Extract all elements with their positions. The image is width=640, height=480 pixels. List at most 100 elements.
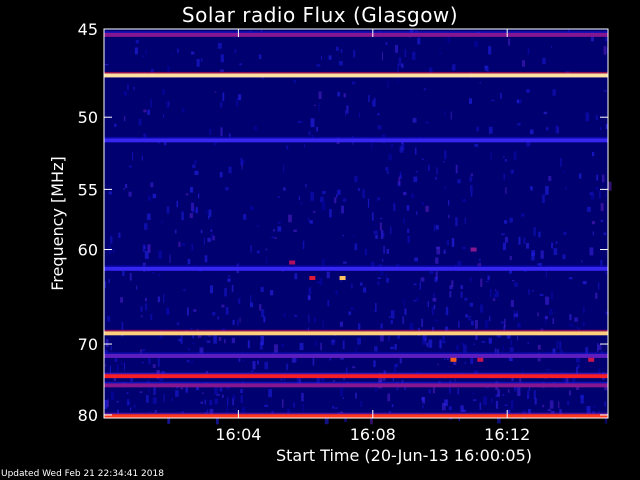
frequency-band-halo	[104, 71, 608, 74]
texture-streak	[293, 79, 297, 84]
texture-streak	[527, 48, 530, 55]
texture-streak	[231, 284, 234, 292]
texture-streak	[504, 404, 508, 406]
texture-streak	[376, 113, 380, 116]
texture-streak	[545, 270, 547, 278]
texture-streak	[261, 309, 265, 318]
texture-streak	[250, 370, 254, 372]
texture-streak	[212, 235, 215, 241]
texture-streak	[555, 125, 558, 134]
texture-streak	[469, 176, 473, 182]
texture-streak	[422, 335, 427, 345]
y-axis-label: Frequency [MHz]	[48, 156, 67, 290]
texture-streak	[393, 203, 396, 212]
texture-streak	[474, 143, 479, 147]
texture-streak	[165, 307, 169, 316]
frequency-band	[104, 32, 608, 37]
texture-streak	[433, 304, 436, 310]
texture-streak	[379, 222, 382, 231]
texture-streak	[522, 60, 525, 67]
texture-streak	[460, 291, 463, 298]
texture-streak	[403, 298, 405, 307]
texture-streak	[241, 407, 246, 413]
texture-streak	[508, 38, 510, 46]
texture-streak	[471, 392, 475, 395]
x-tick-label: 16:04	[215, 425, 261, 444]
texture-streak	[238, 298, 241, 304]
texture-streak	[503, 156, 505, 158]
texture-streak	[139, 391, 143, 393]
texture-streak	[189, 213, 193, 219]
texture-streak	[428, 339, 433, 348]
texture-streak	[263, 316, 266, 323]
texture-streak	[166, 100, 170, 109]
texture-streak	[327, 299, 330, 307]
texture-streak	[380, 323, 383, 329]
texture-streak	[605, 123, 608, 130]
texture-streak	[259, 358, 262, 360]
texture-streak	[543, 111, 548, 115]
texture-streak	[425, 121, 429, 124]
texture-streak	[352, 366, 356, 369]
texture-streak	[441, 402, 446, 411]
texture-streak	[604, 37, 608, 42]
texture-streak	[190, 327, 193, 330]
texture-streak	[221, 304, 225, 308]
texture-streak	[257, 360, 259, 365]
texture-streak	[178, 241, 181, 248]
texture-streak	[427, 164, 430, 172]
texture-streak	[386, 249, 390, 254]
texture-streak	[416, 297, 419, 302]
texture-streak	[589, 191, 594, 196]
texture-streak	[537, 344, 541, 350]
texture-streak	[128, 165, 132, 168]
texture-streak	[415, 171, 419, 173]
texture-streak	[470, 173, 473, 177]
texture-streak	[589, 247, 594, 256]
texture-streak	[399, 171, 402, 178]
texture-streak	[227, 278, 231, 282]
texture-streak	[545, 186, 549, 195]
texture-streak	[250, 206, 254, 210]
texture-streak	[138, 118, 142, 126]
texture-streak	[447, 36, 450, 43]
texture-streak	[462, 199, 466, 203]
texture-streak	[364, 248, 368, 256]
texture-streak	[152, 193, 156, 199]
texture-streak	[476, 126, 480, 132]
texture-streak	[374, 224, 378, 226]
texture-streak	[549, 400, 554, 409]
texture-streak	[551, 242, 554, 249]
texture-streak	[171, 398, 173, 401]
texture-streak	[380, 270, 384, 277]
texture-streak	[604, 401, 606, 407]
texture-streak	[434, 276, 438, 282]
frequency-band-halo	[104, 329, 608, 332]
texture-streak	[509, 256, 512, 261]
texture-streak	[359, 282, 363, 286]
texture-streak	[238, 358, 241, 362]
texture-streak	[342, 234, 345, 237]
texture-streak	[542, 194, 545, 204]
frequency-band	[104, 331, 608, 336]
texture-streak	[228, 166, 232, 174]
texture-streak	[483, 396, 487, 406]
texture-streak	[411, 194, 415, 198]
texture-streak	[495, 289, 497, 291]
texture-streak	[219, 69, 224, 72]
texture-streak	[407, 228, 410, 234]
texture-streak	[435, 257, 439, 264]
texture-streak	[551, 46, 553, 48]
texture-streak	[320, 342, 322, 351]
frequency-band-halo	[104, 31, 608, 33]
texture-streak	[136, 285, 138, 290]
texture-streak	[157, 357, 160, 367]
texture-streak	[152, 364, 156, 368]
texture-streak	[200, 401, 204, 404]
texture-streak	[452, 239, 455, 247]
texture-streak	[190, 361, 194, 364]
texture-streak	[497, 417, 501, 424]
texture-streak	[292, 402, 296, 408]
texture-streak	[510, 339, 513, 346]
texture-streak	[603, 90, 607, 92]
